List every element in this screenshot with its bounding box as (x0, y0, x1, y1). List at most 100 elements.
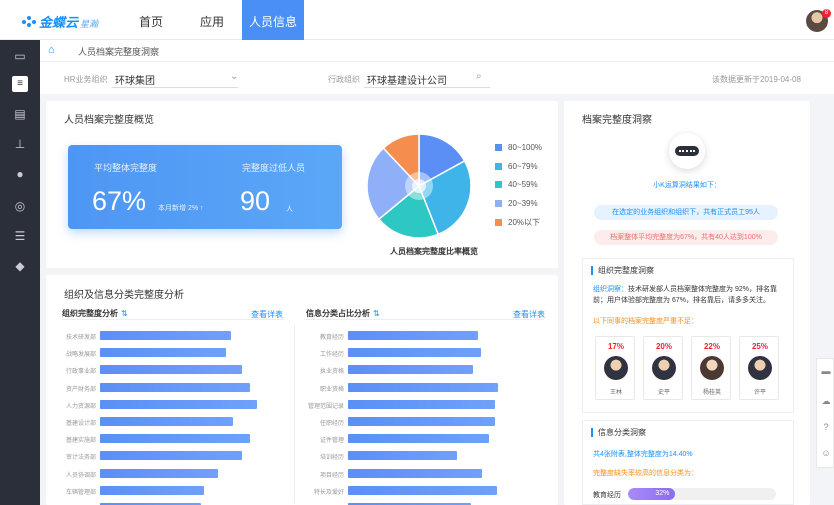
legend-item[interactable]: 60~79% (495, 162, 538, 171)
divider (304, 319, 544, 320)
insight-card: 档案完整度洞察 小K运算洞结果如下： 在选定的业务组织和组织下，共有正式员工95… (564, 101, 810, 505)
search-icon[interactable]: ⌕ (476, 71, 482, 82)
admin-org-input[interactable]: 环球基建设计公司 (367, 72, 447, 87)
bar-label: 证件管理 (319, 438, 344, 445)
avatar (700, 356, 724, 380)
org-insight-panel: 组织完整度洞察 组织洞察：技术研发部人员档案整体完整度为 92%，排名靠前；用户… (582, 258, 794, 413)
legend-label: 80~100% (508, 143, 543, 152)
minus-icon[interactable]: ▬ (820, 365, 832, 377)
admin-org-label: 行政组织 (328, 75, 360, 84)
legend-item[interactable]: 20%以下 (495, 217, 540, 228)
bar[interactable] (348, 331, 478, 340)
info-insight-panel: 信息分类洞察 共4张附表,整体完整度为14.40% 完整度缺失率较高的信息分类为… (582, 420, 794, 505)
bar-label: 工作经历 (319, 352, 344, 359)
legend-label: 40~59% (508, 180, 538, 189)
low-completeness-unit: 人 (286, 206, 293, 213)
bar[interactable] (348, 348, 481, 358)
bar-label: 执业资格 (319, 369, 344, 376)
analysis-title: 组织及信息分类完整度分析 (64, 290, 184, 301)
nav-tab-apps[interactable]: 应用 (181, 0, 243, 40)
bar[interactable] (100, 399, 257, 409)
info-insight-title: 信息分类洞察 (591, 428, 646, 437)
floating-toolbar: ▬ ☁ ? ☺ (816, 358, 834, 468)
layers-icon[interactable]: ◆ (12, 258, 28, 274)
bar[interactable] (100, 331, 232, 340)
user-settings-icon[interactable]: ● (12, 166, 28, 182)
bar-label: 资产财务部 (65, 386, 96, 393)
employee-card[interactable]: 17% 王林 (595, 336, 635, 400)
employee-card[interactable]: 20% 史平 (643, 336, 683, 400)
chevron-down-icon[interactable]: ⌄ (230, 71, 238, 82)
bar[interactable] (100, 485, 204, 495)
nav-tab-home[interactable]: 首页 (120, 0, 182, 40)
logo-mark-icon (22, 16, 36, 28)
kpi-summary-box: 平均整体完整度 67% 本月新增 2% ↑ 完整度过低人员 90 人 (68, 145, 342, 229)
bar[interactable] (348, 451, 457, 461)
bar-label: 基建实施部 (65, 438, 96, 445)
cloud-icon[interactable]: ☁ (820, 395, 832, 407)
bar[interactable] (100, 382, 251, 392)
feedback-icon[interactable]: ☺ (820, 447, 832, 459)
low-completeness-label: 完整度过低人员 (242, 163, 306, 173)
nav-tab-personnel-info[interactable]: 人员信息 (242, 0, 304, 40)
employee-card[interactable]: 22% 杨桂英 (691, 336, 731, 400)
hr-org-select[interactable]: 环球集团 (115, 72, 155, 87)
bar[interactable] (100, 451, 243, 461)
bar[interactable] (348, 468, 483, 478)
list-icon[interactable]: ☰ (12, 228, 28, 244)
bar[interactable] (348, 434, 489, 444)
progress-fill: 32% (628, 488, 676, 500)
bar[interactable] (100, 348, 227, 358)
legend-label: 60~79% (508, 161, 538, 171)
avg-completeness-label: 平均整体完整度 (94, 163, 158, 173)
bar-label: 战略发展部 (65, 352, 96, 359)
bar-label: 任职经历 (319, 421, 344, 427)
bar-label: 基建设计部 (65, 421, 96, 427)
bar-label: 人力资源部 (65, 403, 96, 410)
pie-caption: 人员档案完整度比率概览 (390, 247, 478, 256)
bar[interactable] (100, 417, 233, 426)
bar[interactable] (348, 485, 497, 495)
overview-card: 人员档案完整度概览 平均整体完整度 67% 本月新增 2% ↑ 完整度过低人员 … (46, 101, 558, 268)
bar[interactable] (348, 417, 496, 426)
avatar (748, 356, 772, 380)
legend-swatch (495, 181, 502, 188)
bar[interactable] (348, 399, 496, 409)
notification-badge: 8 (822, 9, 831, 18)
assistant-bot-icon (669, 133, 705, 169)
bar[interactable] (100, 468, 219, 478)
sort-icon[interactable]: ⇅ (121, 309, 128, 318)
compass-icon[interactable]: ◎ (12, 198, 28, 214)
legend-swatch (495, 219, 502, 226)
bar-label: 审计法务部 (65, 455, 96, 462)
sort-icon[interactable]: ⇅ (373, 309, 380, 318)
clipboard-icon[interactable]: ▤ (12, 106, 28, 122)
document-icon[interactable]: ≡ (12, 76, 28, 92)
insight-title: 档案完整度洞察 (582, 115, 652, 126)
bar[interactable] (348, 365, 473, 375)
bar-label: 行政事业部 (65, 369, 96, 376)
filter-bar: HR业务组织 环球集团 ⌄ 行政组织 环球基建设计公司 ⌕ 该数据更新于2019… (40, 62, 834, 94)
help-icon[interactable]: ? (820, 421, 832, 433)
legend-item[interactable]: 40~59% (495, 180, 538, 189)
monitor-icon[interactable]: ▭ (12, 48, 28, 64)
bar-label: 特长及爱好 (313, 489, 344, 496)
legend-item[interactable]: 80~100% (495, 143, 542, 152)
org-chart-icon[interactable]: ⊥ (12, 136, 28, 152)
bar-label: 教育经历 (319, 335, 344, 341)
bar[interactable] (100, 434, 251, 444)
legend-item[interactable]: 20~39% (495, 199, 538, 208)
employee-card[interactable]: 25% 许平 (739, 336, 779, 400)
legend-swatch (495, 162, 502, 170)
home-icon[interactable]: ⌂ (48, 44, 60, 56)
bar[interactable] (348, 382, 499, 392)
breadcrumb-current[interactable]: 人员档案完整度洞察 (78, 45, 159, 58)
top-navigation-bar: 金蝶云 星瀚 首页 应用 人员信息 8 (0, 0, 834, 40)
bar-label: 职业资格 (319, 386, 344, 393)
bar[interactable] (100, 365, 243, 375)
hr-org-underline (112, 87, 238, 88)
avatar (604, 356, 628, 380)
brand-logo[interactable]: 金蝶云 星瀚 (22, 12, 98, 31)
completeness-pie-chart (366, 133, 472, 239)
legend-label: 20~39% (508, 198, 538, 208)
